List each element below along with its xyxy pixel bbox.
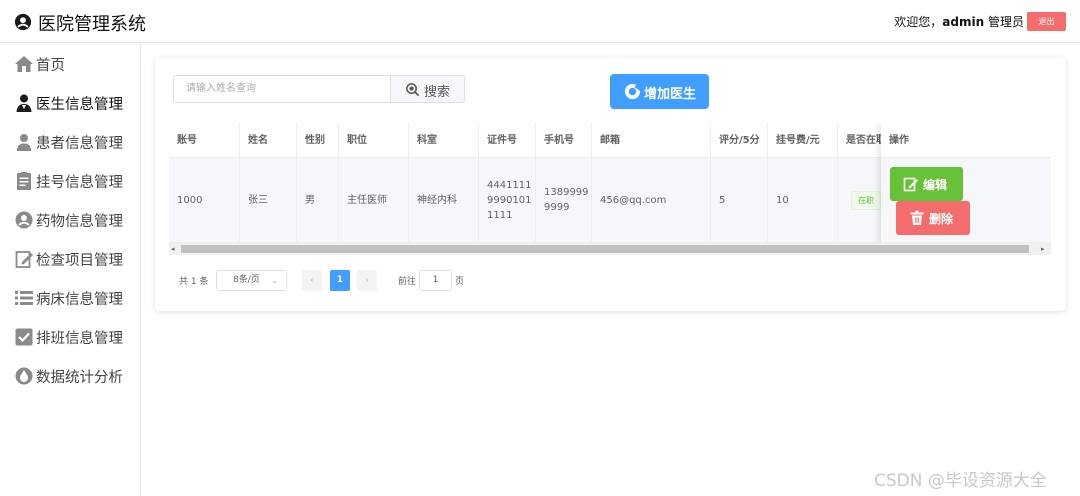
scroll-right-arrow-icon[interactable]: ▸ <box>1041 245 1049 253</box>
doctor-table: 账号 姓名 性别 职位 科室 证件号 手机号 邮箱 评分/5分 挂号费/元 是否… <box>169 123 1051 255</box>
cell-gender: 男 <box>297 158 339 242</box>
search-button[interactable]: 搜索 <box>390 75 465 103</box>
edit-icon <box>903 177 918 192</box>
sidebar-item-doctors[interactable]: 医生信息管理 <box>0 83 140 122</box>
cell-id-number: 4441111 9990101 1111 <box>479 158 536 242</box>
cell-account: 1000 <box>169 158 240 242</box>
cell-phone: 1389999 9999 <box>536 158 592 242</box>
id-number-line: 1111 <box>487 209 513 221</box>
sidebar-item-registration[interactable]: 挂号信息管理 <box>0 161 140 200</box>
column-header-gender: 性别 <box>297 123 339 157</box>
phone-text: 1389999 9999 <box>544 185 589 215</box>
username: admin <box>942 15 985 29</box>
medicine-icon <box>15 211 33 229</box>
cell-fee: 10 <box>768 158 838 242</box>
home-icon <box>15 56 33 72</box>
top-bar: 医院管理系统 欢迎您，admin 管理员 退出 <box>0 0 1080 43</box>
cell-position: 主任医师 <box>339 158 409 242</box>
actions-cell: 编辑 删除 <box>881 158 1051 243</box>
add-doctor-button[interactable]: 增加医生 <box>610 74 709 109</box>
chevron-right-icon: › <box>365 275 369 286</box>
column-header-account: 账号 <box>169 123 240 157</box>
watermark: CSDN @毕设资源大全 <box>874 471 1047 491</box>
sidebar-item-label: 挂号信息管理 <box>36 175 123 191</box>
cell-department: 神经内科 <box>409 158 479 242</box>
chevron-left-icon: ‹ <box>310 275 314 286</box>
id-number-text: 4441111 9990101 1111 <box>487 178 532 223</box>
goto-suffix: 页 <box>455 277 465 287</box>
prev-page-button[interactable]: ‹ <box>302 270 322 291</box>
sidebar-item-label: 患者信息管理 <box>36 136 123 152</box>
id-number-line: 4441111 <box>487 179 532 191</box>
page-size-value: 8条/页 <box>233 275 260 285</box>
cell-email: 456@qq.com <box>592 158 711 242</box>
sidebar-item-label: 数据统计分析 <box>36 370 123 386</box>
sidebar-item-label: 排班信息管理 <box>36 331 123 347</box>
fixed-actions-column: 操作 编辑 删除 <box>881 123 1051 243</box>
sidebar-item-schedule[interactable]: 排班信息管理 <box>0 317 140 356</box>
sidebar-item-patients[interactable]: 患者信息管理 <box>0 122 140 161</box>
search-input[interactable]: 请输入姓名查询 <box>173 75 391 103</box>
sidebar-item-medicine[interactable]: 药物信息管理 <box>0 200 140 239</box>
total-count: 共 1 条 <box>179 277 209 287</box>
column-header-email: 邮箱 <box>592 123 711 157</box>
sidebar-item-beds[interactable]: 病床信息管理 <box>0 278 140 317</box>
sidebar-item-label: 检查项目管理 <box>36 253 123 269</box>
add-doctor-label: 增加医生 <box>644 87 697 102</box>
edit-button[interactable]: 编辑 <box>890 167 963 201</box>
scroll-left-arrow-icon[interactable]: ◂ <box>171 245 179 253</box>
next-page-button[interactable]: › <box>357 270 377 291</box>
schedule-check-icon <box>15 328 33 346</box>
app-title: 医院管理系统 <box>38 14 146 35</box>
trash-icon <box>910 210 924 225</box>
id-number-line: 9990101 <box>487 194 532 206</box>
page-size-select[interactable]: 8条/页 ⌄ <box>216 270 287 291</box>
column-header-phone: 手机号 <box>536 123 592 157</box>
edit-button-label: 编辑 <box>923 178 948 192</box>
chevron-down-icon: ⌄ <box>271 276 278 285</box>
bed-list-icon <box>15 291 33 305</box>
patient-icon <box>17 134 31 151</box>
horizontal-scrollbar[interactable]: ◂ ▸ <box>169 243 1051 255</box>
sidebar-item-statistics[interactable]: 数据统计分析 <box>0 356 140 395</box>
cell-rating: 5 <box>711 158 768 242</box>
phone-line: 9999 <box>544 202 570 213</box>
hospital-logo-icon <box>14 13 32 31</box>
column-header-position: 职位 <box>339 123 409 157</box>
search-icon <box>406 83 420 97</box>
status-badge: 在职 <box>851 190 881 210</box>
search-button-label: 搜索 <box>424 85 451 100</box>
column-header-fee: 挂号费/元 <box>768 123 838 157</box>
scrollbar-thumb[interactable] <box>181 245 1029 253</box>
cell-name: 张三 <box>240 158 297 242</box>
registration-icon <box>17 172 31 190</box>
sidebar-item-checkup[interactable]: 检查项目管理 <box>0 239 140 278</box>
goto-page-input[interactable]: 1 <box>419 270 452 291</box>
sidebar-item-label: 病床信息管理 <box>36 292 123 308</box>
sidebar-item-label: 医生信息管理 <box>36 97 123 113</box>
sidebar-item-home[interactable]: 首页 <box>0 44 140 83</box>
statistics-icon <box>15 367 33 385</box>
column-header-department: 科室 <box>409 123 479 157</box>
user-role: 管理员 <box>987 15 1024 29</box>
add-circle-icon <box>624 83 641 100</box>
phone-line: 1389999 <box>544 187 589 198</box>
welcome-prefix: 欢迎您， <box>894 15 943 29</box>
doctor-icon <box>16 94 32 112</box>
page-number-current[interactable]: 1 <box>330 270 350 291</box>
delete-button[interactable]: 删除 <box>896 201 970 235</box>
column-header-id-number: 证件号 <box>479 123 536 157</box>
welcome-text: 欢迎您，admin 管理员 <box>894 13 1024 30</box>
delete-button-label: 删除 <box>929 212 954 226</box>
goto-prefix: 前往 <box>398 277 417 287</box>
column-header-name: 姓名 <box>240 123 297 157</box>
checkup-icon <box>15 251 33 268</box>
sidebar-item-label: 首页 <box>36 58 65 74</box>
column-header-actions: 操作 <box>881 123 1051 158</box>
logout-button[interactable]: 退出 <box>1027 12 1066 31</box>
column-header-rating: 评分/5分 <box>711 123 768 157</box>
sidebar-item-label: 药物信息管理 <box>36 214 123 230</box>
sidebar: 首页 医生信息管理 患者信息管理 挂号信息管理 药物信息管理 检查项目管理 病床… <box>0 43 141 496</box>
